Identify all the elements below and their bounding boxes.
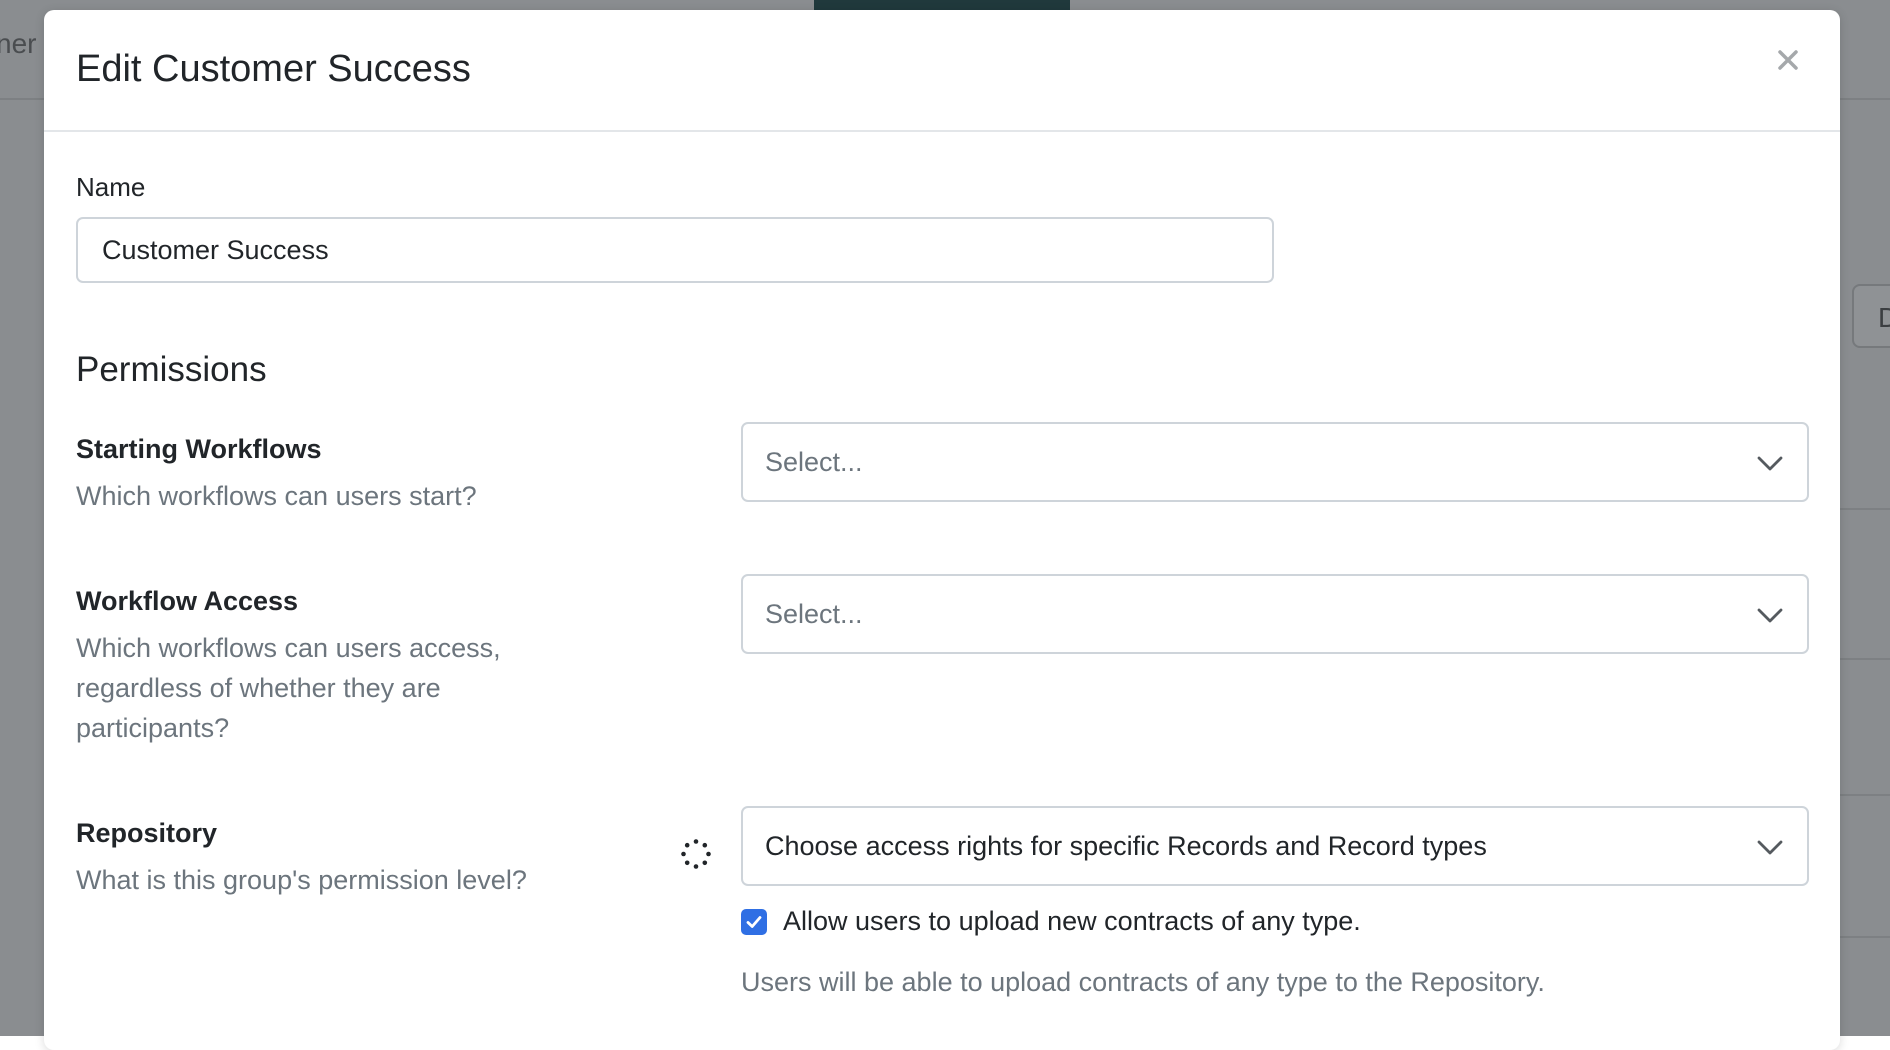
- background-divider: [1840, 936, 1890, 938]
- checkmark-icon: [746, 915, 762, 928]
- starting-workflows-description: Which workflows can users start?: [76, 481, 477, 511]
- workflow-access-label: Workflow Access: [76, 586, 299, 616]
- workflow-access-select[interactable]: Select...: [741, 574, 1809, 654]
- workflow-access-description: Which workflows can users access, regard…: [76, 633, 501, 743]
- upload-contracts-checkbox[interactable]: [741, 908, 767, 935]
- repository-label: Repository: [76, 818, 218, 848]
- chevron-down-icon: [1757, 840, 1783, 855]
- permissions-heading: Permissions: [76, 350, 267, 389]
- repository-permission-select-value: Choose access rights for specific Record…: [765, 831, 1487, 861]
- upload-contracts-checkbox-label: Allow users to upload new contracts of a…: [783, 906, 1361, 936]
- repository-permission-select[interactable]: Choose access rights for specific Record…: [741, 806, 1809, 886]
- edit-group-modal: Edit Customer Success Name Permissions S…: [44, 10, 1840, 1050]
- modal-title: Edit Customer Success: [76, 48, 471, 90]
- background-divider: [1840, 508, 1890, 510]
- background-divider: [1840, 658, 1890, 660]
- background-divider: [1840, 794, 1890, 796]
- background-active-tab: [814, 0, 1070, 10]
- background-button: D: [1852, 284, 1890, 348]
- close-icon: [1778, 50, 1798, 70]
- loading-spinner-icon: [681, 839, 711, 869]
- repository-description: What is this group's permission level?: [76, 865, 527, 895]
- starting-workflows-label: Starting Workflows: [76, 434, 322, 464]
- upload-contracts-checkbox-row[interactable]: Allow users to upload new contracts of a…: [741, 906, 1361, 937]
- chevron-down-icon: [1757, 456, 1783, 471]
- starting-workflows-select-placeholder: Select...: [765, 447, 863, 477]
- upload-contracts-help-text: Users will be able to upload contracts o…: [741, 967, 1545, 997]
- starting-workflows-select[interactable]: Select...: [741, 422, 1809, 502]
- chevron-down-icon: [1757, 608, 1783, 623]
- close-button[interactable]: [1768, 40, 1808, 80]
- modal-header: Edit Customer Success: [44, 10, 1840, 132]
- background-tab-label: ner: [0, 28, 37, 59]
- name-input[interactable]: [76, 217, 1274, 283]
- name-label: Name: [76, 172, 146, 202]
- workflow-access-select-placeholder: Select...: [765, 599, 863, 629]
